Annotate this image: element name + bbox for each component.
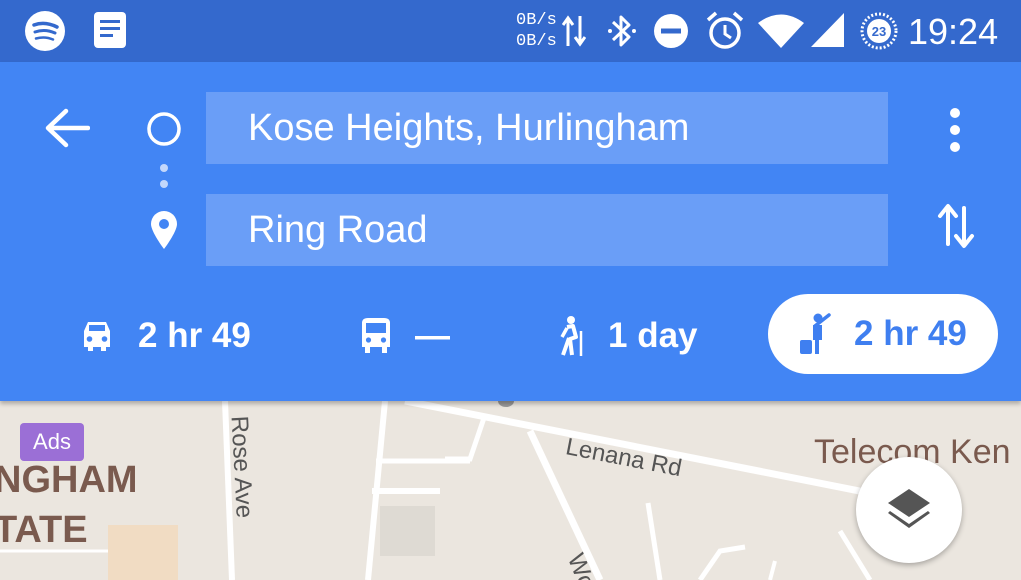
more-options-icon[interactable] <box>946 107 964 158</box>
notes-icon <box>93 11 127 54</box>
bluetooth-icon <box>607 12 637 55</box>
cellular-icon <box>810 12 846 53</box>
mode-walk[interactable]: 1 day <box>556 306 698 366</box>
layers-icon <box>888 489 930 528</box>
mode-drive[interactable]: 2 hr 49 <box>78 306 251 366</box>
mode-ride-label: 2 hr 49 <box>854 314 967 353</box>
mode-drive-label: 2 hr 49 <box>138 316 251 355</box>
status-time: 19:24 <box>908 11 999 52</box>
data-transfer-icon <box>561 14 587 53</box>
origin-circle-icon <box>146 111 182 152</box>
road-label-rose-ave: Rose Ave <box>225 415 258 519</box>
place-label-line1: NGHAM <box>0 459 138 501</box>
net-down-text: 0B/s <box>516 32 557 51</box>
swap-icon[interactable] <box>936 202 976 255</box>
mode-ride[interactable]: 2 hr 49 <box>768 294 998 374</box>
destination-input[interactable]: Ring Road <box>206 194 888 266</box>
wifi-icon <box>757 14 805 53</box>
map-view[interactable]: Ads NGHAM TATE Rose Ave Lenana Rd Woo Te… <box>0 401 1021 580</box>
bus-icon <box>362 318 390 353</box>
spotify-icon <box>24 10 66 57</box>
ads-badge: Ads <box>20 423 84 461</box>
directions-header: Kose Heights, Hurlingham Ring Road 2 hr … <box>0 62 1021 401</box>
network-speed: 0B/s 0B/s <box>516 10 557 52</box>
do-not-disturb-icon <box>653 13 689 54</box>
status-bar: 0B/s 0B/s 23 19:24 <box>0 0 1021 62</box>
data-saver-badge: 23 <box>872 24 886 39</box>
data-saver-icon: 23 <box>859 11 899 56</box>
route-dots-icon <box>158 162 170 203</box>
alarm-icon <box>705 10 745 57</box>
car-icon <box>84 322 110 351</box>
net-up-text: 0B/s <box>516 11 557 30</box>
layers-button[interactable] <box>856 457 962 563</box>
mode-walk-label: 1 day <box>608 316 698 355</box>
origin-input[interactable]: Kose Heights, Hurlingham <box>206 92 888 164</box>
place-label-line2: TATE <box>0 509 88 551</box>
mode-transit-label: — <box>415 316 450 355</box>
destination-pin-icon <box>149 210 179 255</box>
ride-hailing-icon <box>800 313 831 354</box>
walking-icon <box>560 316 583 356</box>
mode-transit[interactable]: — <box>359 306 450 366</box>
back-arrow-icon[interactable] <box>44 108 91 153</box>
